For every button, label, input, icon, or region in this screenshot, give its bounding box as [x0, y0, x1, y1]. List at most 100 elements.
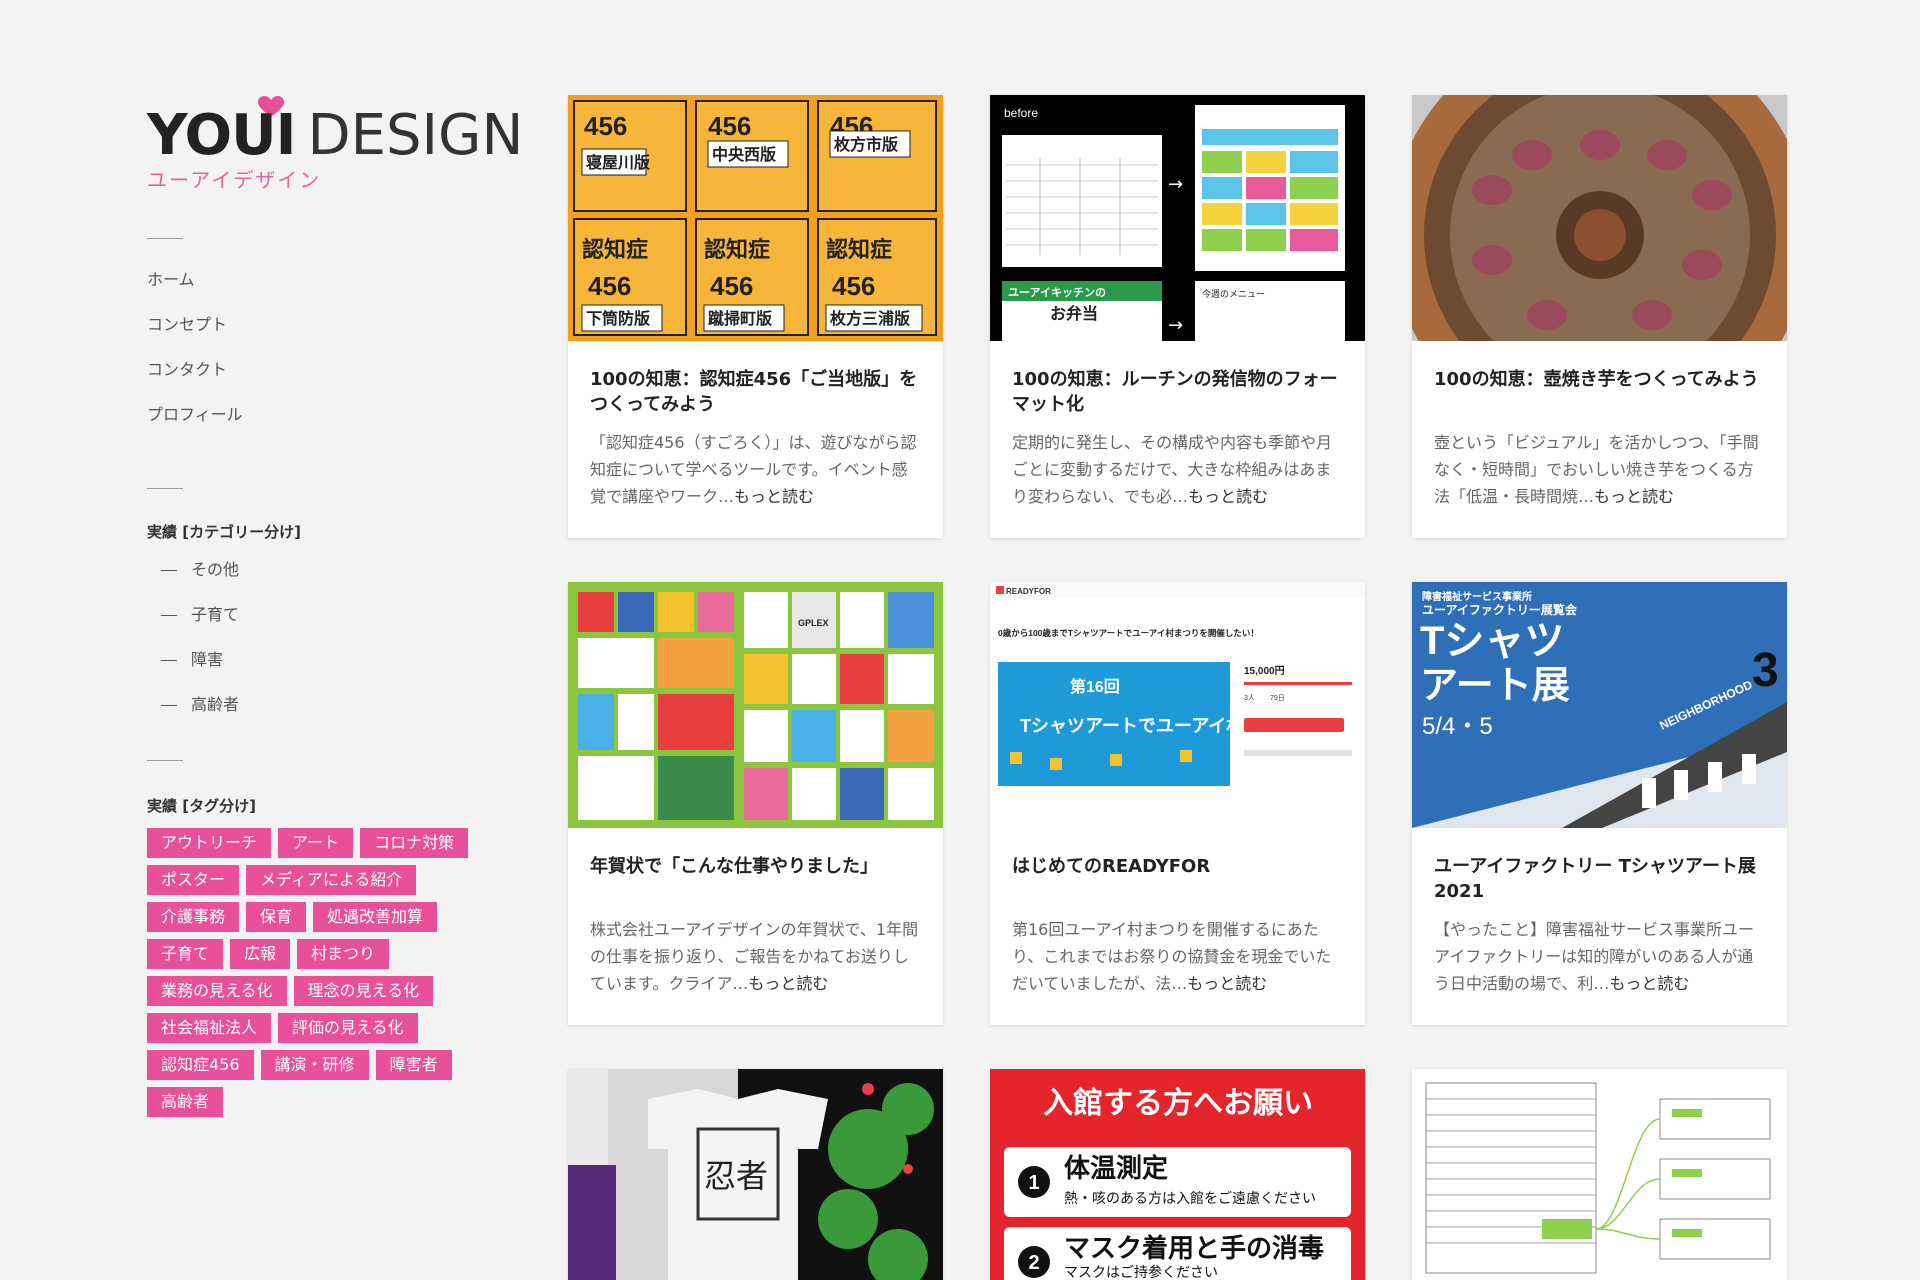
thumbnail-image: 忍者: [568, 1069, 943, 1280]
tag-pr[interactable]: 広報: [230, 939, 291, 969]
read-more-link[interactable]: もっと読む: [1609, 974, 1689, 993]
thumb-text: 1: [1028, 1172, 1039, 1194]
svg-text:456: 456: [708, 111, 751, 141]
post-card[interactable]: GPLEX 年賀状で「こんな仕事やりました」 株式会社ユーアイデザインの年賀状で…: [568, 582, 943, 1025]
post-thumbnail[interactable]: 入館する方へお願い 1 体温測定 熱・咳のある方は入館をご遠慮ください 2 マス…: [990, 1069, 1365, 1280]
thumb-text: 体温測定: [1064, 1153, 1168, 1183]
tag-philosophy-visualization[interactable]: 理念の見える化: [293, 976, 434, 1006]
svg-text:456: 456: [710, 271, 753, 301]
thumb-text: 0歳から100歳までTシャツアートでユーアイ村まつりを開催したい！: [998, 628, 1259, 638]
post-card[interactable]: READYFOR 0歳から100歳までTシャツアートでユーアイ村まつりを開催した…: [990, 582, 1365, 1025]
thumb-text: 認知症: [582, 237, 648, 262]
tag-disabled[interactable]: 障害者: [375, 1050, 452, 1080]
tag-lecture[interactable]: 講演・研修: [260, 1050, 369, 1080]
read-more-link[interactable]: もっと読む: [1187, 974, 1267, 993]
divider: [147, 238, 183, 239]
thumb-text: ユーアイファクトリー展覧会: [1422, 602, 1578, 617]
read-more-link[interactable]: もっと読む: [1188, 487, 1268, 506]
post-thumbnail[interactable]: 忍者: [568, 1069, 943, 1280]
read-more-link[interactable]: もっと読む: [1594, 487, 1674, 506]
post-excerpt: 壺という「ビジュアル」を活かしつつ、「手間なく・短時間」でおいしい焼き芋をつくる…: [1434, 429, 1767, 510]
post-title[interactable]: ユーアイファクトリー Tシャツアート展2021: [1434, 854, 1767, 904]
thumb-text: Tシャツ: [1420, 619, 1564, 663]
thumbnail-image: [1412, 95, 1787, 341]
post-title[interactable]: はじめてのREADYFOR: [1012, 854, 1345, 879]
thumb-text: ユーアイキッチンの: [1008, 286, 1106, 299]
post-card[interactable]: [1412, 1069, 1787, 1280]
post-card[interactable]: 障害福祉サービス事業所 ユーアイファクトリー展覧会 Tシャツ アート展 5/4・…: [1412, 582, 1787, 1025]
read-more-link[interactable]: もっと読む: [748, 974, 828, 993]
svg-text:456: 456: [832, 271, 875, 301]
thumb-text: 入館する方へお願い: [1043, 1086, 1313, 1120]
tag-treatment[interactable]: 処遇改善加算: [313, 902, 438, 932]
thumbnail-image: 入館する方へお願い 1 体温測定 熱・咳のある方は入館をご遠慮ください 2 マス…: [990, 1069, 1365, 1280]
post-title[interactable]: 100の知恵：認知症456「ご当地版」をつくってみよう: [590, 367, 923, 417]
post-thumbnail[interactable]: [1412, 1069, 1787, 1280]
post-card[interactable]: 忍者: [568, 1069, 943, 1280]
post-thumbnail[interactable]: READYFOR 0歳から100歳までTシャツアートでユーアイ村まつりを開催した…: [990, 582, 1365, 828]
tag-nursery[interactable]: 保育: [246, 902, 307, 932]
nav-item-profile[interactable]: プロフィール: [147, 401, 243, 446]
category-item-childcare[interactable]: 子育て: [161, 601, 239, 646]
excerpt-text: 定期的に発生し、その構成や内容も季節や月ごとに変動するだけで、大きな枠組みはあま…: [1012, 433, 1333, 506]
post-card[interactable]: 入館する方へお願い 1 体温測定 熱・咳のある方は入館をご遠慮ください 2 マス…: [990, 1069, 1365, 1280]
svg-text:456: 456: [584, 111, 627, 141]
nav-item-home[interactable]: ホーム: [147, 266, 243, 311]
post-thumbnail[interactable]: GPLEX: [568, 582, 943, 828]
tag-work-visualization[interactable]: 業務の見える化: [147, 976, 287, 1006]
tag-poster[interactable]: ポスター: [147, 865, 240, 895]
read-more-link[interactable]: もっと読む: [734, 487, 814, 506]
tag-childcare[interactable]: 子育て: [147, 939, 224, 969]
post-title[interactable]: 年賀状で「こんな仕事やりました」: [590, 854, 923, 879]
dash-icon: [161, 570, 177, 571]
excerpt-text: 【やったこと】障害福祉サービス事業所ユーアイファクトリーは知的障がいのある人が通…: [1434, 920, 1755, 993]
tag-elderly[interactable]: 高齢者: [147, 1087, 224, 1117]
tag-art[interactable]: アート: [278, 828, 354, 858]
post-title[interactable]: 100の知恵：ルーチンの発信物のフォーマット化: [1012, 367, 1345, 417]
thumb-text: 枚方三浦版: [830, 309, 910, 328]
tag-section-title: 実績 [タグ分け]: [147, 797, 256, 815]
tag-care-admin[interactable]: 介護事務: [147, 902, 240, 932]
category-list: その他 子育て 障害 高齢者: [161, 556, 239, 736]
post-thumbnail[interactable]: [1412, 95, 1787, 341]
thumb-text: 5/4・5: [1422, 713, 1493, 740]
tag-covid[interactable]: コロナ対策: [360, 828, 469, 858]
thumb-text: GPLEX: [798, 618, 829, 628]
post-excerpt: 定期的に発生し、その構成や内容も季節や月ごとに変動するだけで、大きな枠組みはあま…: [1012, 429, 1345, 510]
post-card[interactable]: 100の知恵：壺焼き芋をつくってみよう 壺という「ビジュアル」を活かしつつ、「手…: [1412, 95, 1787, 538]
post-title[interactable]: 100の知恵：壺焼き芋をつくってみよう: [1434, 367, 1767, 392]
thumb-text: 熱・咳のある方は入館をご遠慮ください: [1064, 1190, 1316, 1206]
tag-village-festival[interactable]: 村まつり: [297, 939, 390, 969]
category-label: 障害: [191, 650, 224, 669]
dash-icon: [161, 615, 177, 616]
site-logo[interactable]: YOUI DESIGN ユーアイデザイン: [147, 96, 523, 192]
category-item-disability[interactable]: 障害: [161, 646, 239, 691]
post-excerpt: 【やったこと】障害福祉サービス事業所ユーアイファクトリーは知的障がいのある人が通…: [1434, 916, 1767, 997]
post-card[interactable]: before after →: [990, 95, 1365, 538]
thumb-text: 障害福祉サービス事業所: [1422, 590, 1532, 603]
category-label: 高齢者: [191, 695, 240, 714]
nav-item-concept[interactable]: コンセプト: [147, 311, 243, 356]
tag-outreach[interactable]: アウトリーチ: [147, 828, 272, 858]
tag-social-welfare[interactable]: 社会福祉法人: [147, 1013, 272, 1043]
post-thumbnail[interactable]: 障害福祉サービス事業所 ユーアイファクトリー展覧会 Tシャツ アート展 5/4・…: [1412, 582, 1787, 828]
post-card[interactable]: 456 456 456 寝屋川版 中央西版 枚方市版 認知症 認知症 認知症 4…: [568, 95, 943, 538]
thumb-text: 15,000円: [1244, 665, 1285, 677]
divider: [147, 760, 183, 761]
logo-design: DESIGN: [307, 103, 524, 168]
tag-media[interactable]: メディアによる紹介: [246, 865, 417, 895]
category-label: 子育て: [191, 605, 240, 624]
post-thumbnail[interactable]: before after →: [990, 95, 1365, 341]
nav-item-contact[interactable]: コンタクト: [147, 356, 243, 401]
thumb-text: 認知症: [704, 237, 770, 262]
thumb-text: マスクはご持参ください: [1064, 1264, 1218, 1280]
thumbnail-image: 障害福祉サービス事業所 ユーアイファクトリー展覧会 Tシャツ アート展 5/4・…: [1412, 582, 1787, 828]
category-item-elderly[interactable]: 高齢者: [161, 691, 239, 736]
tag-dementia456[interactable]: 認知症456: [147, 1050, 254, 1080]
tag-evaluation-visualization[interactable]: 評価の見える化: [278, 1013, 418, 1043]
post-thumbnail[interactable]: 456 456 456 寝屋川版 中央西版 枚方市版 認知症 認知症 認知症 4…: [568, 95, 943, 341]
thumb-text: 3人: [1244, 694, 1255, 702]
thumb-text: 2: [1028, 1252, 1039, 1274]
category-section-title: 実績 [カテゴリー分け]: [147, 523, 301, 541]
category-item-other[interactable]: その他: [161, 556, 239, 601]
